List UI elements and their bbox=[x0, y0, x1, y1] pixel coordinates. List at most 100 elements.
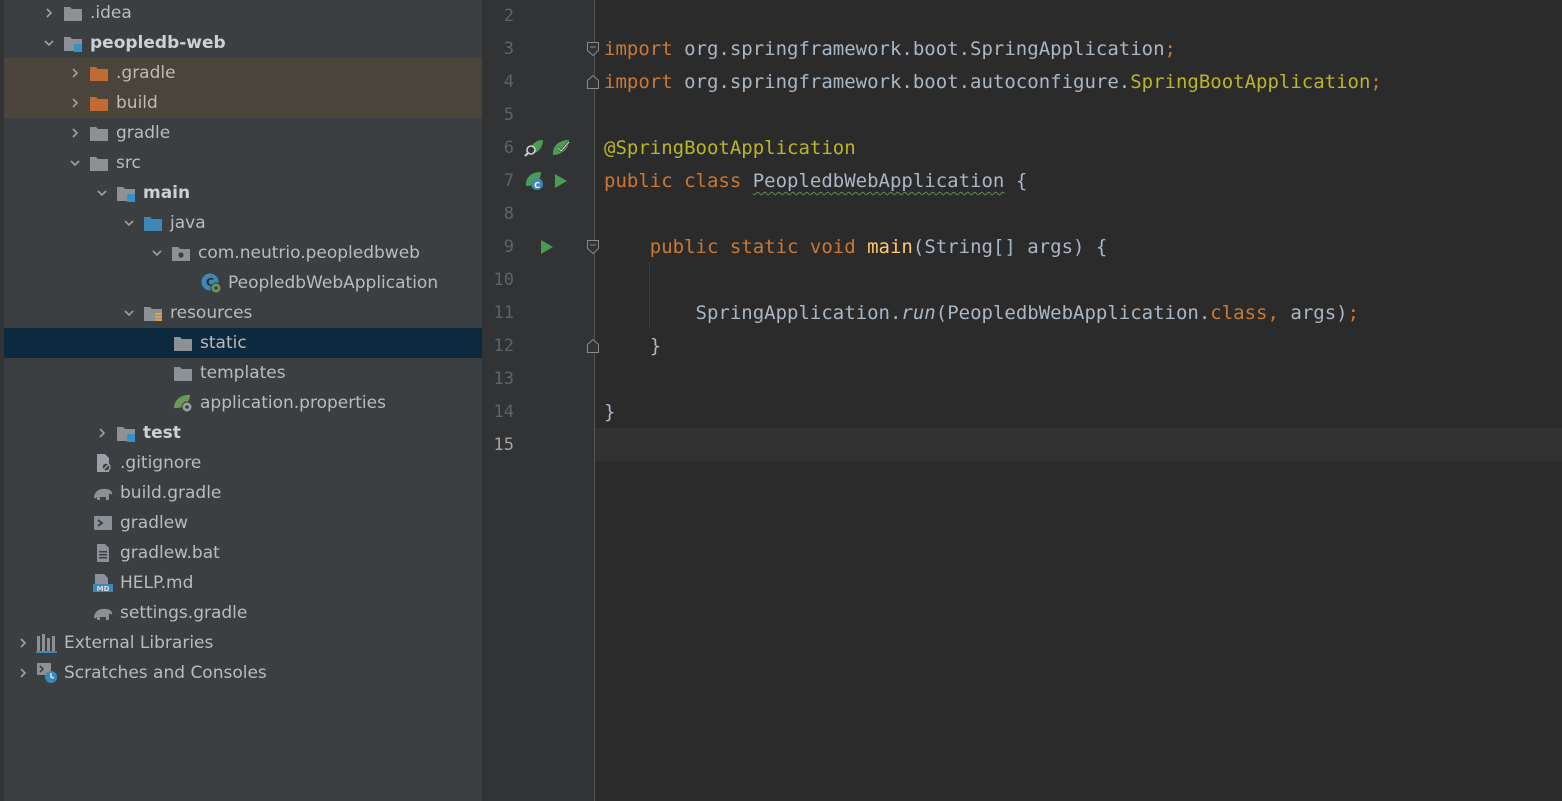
line-number: 3 bbox=[503, 39, 514, 59]
folder-icon bbox=[172, 332, 194, 354]
tree-item-label: .gitignore bbox=[120, 453, 202, 473]
line-number: 14 bbox=[493, 402, 514, 422]
code-token: (String[] args) { bbox=[912, 236, 1108, 258]
fold-end-icon[interactable] bbox=[586, 74, 600, 90]
tree-item-label: application.properties bbox=[200, 393, 386, 413]
tree-item-build-gradle[interactable]: build.gradle bbox=[4, 478, 482, 508]
code-line[interactable]: import org.springframework.boot.SpringAp… bbox=[604, 33, 1176, 66]
tree-item-application-properties[interactable]: application.properties bbox=[4, 388, 482, 418]
chevron-right-icon[interactable] bbox=[10, 658, 36, 688]
tree-item-help-md[interactable]: MD HELP.md bbox=[4, 568, 482, 598]
tree-item-static[interactable]: static bbox=[4, 328, 482, 358]
resources-folder-icon bbox=[142, 302, 164, 324]
spring-boot-run-icon[interactable]: C bbox=[524, 170, 546, 192]
chevron-down-icon[interactable] bbox=[116, 208, 142, 238]
tree-item-gradle-cache[interactable]: .gradle bbox=[4, 58, 482, 88]
tree-item-resources[interactable]: resources bbox=[4, 298, 482, 328]
chevron-down-icon[interactable] bbox=[62, 148, 88, 178]
code-token: class, bbox=[1210, 302, 1291, 324]
tree-item-java[interactable]: java bbox=[4, 208, 482, 238]
tree-item-main[interactable]: main bbox=[4, 178, 482, 208]
tree-item-gradle[interactable]: gradle bbox=[4, 118, 482, 148]
chevron-down-icon[interactable] bbox=[36, 28, 62, 58]
tree-item-gradlew-bat[interactable]: gradlew.bat bbox=[4, 538, 482, 568]
code-token: import bbox=[604, 71, 673, 93]
chevron-right-icon[interactable] bbox=[89, 418, 115, 448]
code-token: SpringBootApplication bbox=[1130, 71, 1371, 93]
find-beans-icon[interactable] bbox=[524, 137, 546, 159]
chevron-down-icon[interactable] bbox=[144, 238, 170, 268]
tree-item-label: src bbox=[116, 153, 141, 173]
fold-start-icon[interactable] bbox=[586, 41, 600, 57]
tree-item-label: static bbox=[200, 333, 247, 353]
folder-icon bbox=[88, 122, 110, 144]
chevron-right-icon[interactable] bbox=[36, 0, 62, 28]
tree-item-package[interactable]: com.neutrio.peopledbweb bbox=[4, 238, 482, 268]
tree-item-src[interactable]: src bbox=[4, 148, 482, 178]
tree-item-label: External Libraries bbox=[64, 633, 214, 653]
tree-item-templates[interactable]: templates bbox=[4, 358, 482, 388]
code-token: @SpringBootApplication bbox=[604, 137, 856, 159]
code-line[interactable]: @SpringBootApplication bbox=[604, 132, 856, 165]
code-editor[interactable]: 2 3 4 5 6 7 8 9 10 11 12 13 14 15 import org.springfr… bbox=[482, 0, 1562, 801]
tree-item-label: build bbox=[116, 93, 158, 113]
tree-item-label: .idea bbox=[90, 3, 132, 23]
test-folder-icon bbox=[115, 422, 137, 444]
tree-item-external-libraries[interactable]: External Libraries bbox=[4, 628, 482, 658]
code-line[interactable]: SpringApplication.run(PeopledbWebApplica… bbox=[604, 297, 1360, 330]
chevron-down-icon[interactable] bbox=[89, 178, 115, 208]
chevron-down-icon[interactable] bbox=[116, 298, 142, 328]
markdown-file-icon: MD bbox=[92, 572, 114, 594]
tree-item-label: gradle bbox=[116, 123, 171, 143]
libraries-icon bbox=[36, 632, 58, 654]
spring-boot-class-icon: C bbox=[200, 272, 222, 294]
code-token: ; bbox=[1164, 38, 1176, 60]
run-icon[interactable] bbox=[552, 170, 574, 192]
line-number: 13 bbox=[493, 369, 514, 389]
tree-item-label: main bbox=[143, 183, 191, 203]
chevron-right-icon[interactable] bbox=[10, 628, 36, 658]
line-number: 10 bbox=[493, 270, 514, 290]
fold-end-icon[interactable] bbox=[586, 338, 600, 354]
tree-item-peopledb-web[interactable]: peopledb-web bbox=[4, 28, 482, 58]
tree-item-scratches[interactable]: Scratches and Consoles bbox=[4, 658, 482, 688]
tree-item-main-class[interactable]: C PeopledbWebApplication bbox=[4, 268, 482, 298]
source-root-folder-icon bbox=[142, 212, 164, 234]
tree-item-idea[interactable]: .idea bbox=[4, 0, 482, 28]
code-line[interactable]: public class PeopledbWebApplication { bbox=[604, 165, 1027, 198]
line-number: 12 bbox=[493, 336, 514, 356]
code-token: } bbox=[604, 401, 616, 423]
line-number: 2 bbox=[503, 6, 514, 26]
chevron-right-icon[interactable] bbox=[62, 88, 88, 118]
code-token: args) bbox=[1290, 302, 1348, 324]
gradle-elephant-icon bbox=[92, 602, 114, 624]
folder-icon bbox=[62, 2, 84, 24]
tree-item-gradlew[interactable]: gradlew bbox=[4, 508, 482, 538]
folder-icon bbox=[172, 362, 194, 384]
run-icon[interactable] bbox=[538, 236, 560, 258]
tree-item-settings-gradle[interactable]: settings.gradle bbox=[4, 598, 482, 628]
code-line[interactable]: import org.springframework.boot.autoconf… bbox=[604, 66, 1382, 99]
line-number: 7 bbox=[503, 171, 514, 191]
code-token: SpringApplication. bbox=[604, 302, 902, 324]
code-line[interactable]: } bbox=[604, 396, 615, 429]
code-line[interactable]: public static void main(String[] args) { bbox=[604, 231, 1108, 264]
fold-start-icon[interactable] bbox=[586, 239, 600, 255]
gutter-divider bbox=[594, 0, 595, 801]
tree-item-gitignore[interactable]: .gitignore bbox=[4, 448, 482, 478]
code-line[interactable]: } bbox=[604, 330, 661, 363]
tree-item-test[interactable]: test bbox=[4, 418, 482, 448]
chevron-right-icon[interactable] bbox=[62, 118, 88, 148]
spring-bean-icon[interactable] bbox=[550, 137, 572, 159]
text-file-icon bbox=[92, 542, 114, 564]
chevron-right-icon[interactable] bbox=[62, 58, 88, 88]
excluded-folder-icon bbox=[88, 92, 110, 114]
tree-item-label: .gradle bbox=[116, 63, 176, 83]
tree-item-label: gradlew bbox=[120, 513, 189, 533]
tree-item-build[interactable]: build bbox=[4, 88, 482, 118]
code-token: public static void bbox=[649, 236, 868, 258]
module-folder-icon bbox=[62, 32, 84, 54]
tree-item-label: templates bbox=[200, 363, 286, 383]
project-tree: .idea peopledb-web .gradle build gradle … bbox=[0, 0, 482, 801]
code-token: (PeopledbWebApplication. bbox=[935, 302, 1211, 324]
